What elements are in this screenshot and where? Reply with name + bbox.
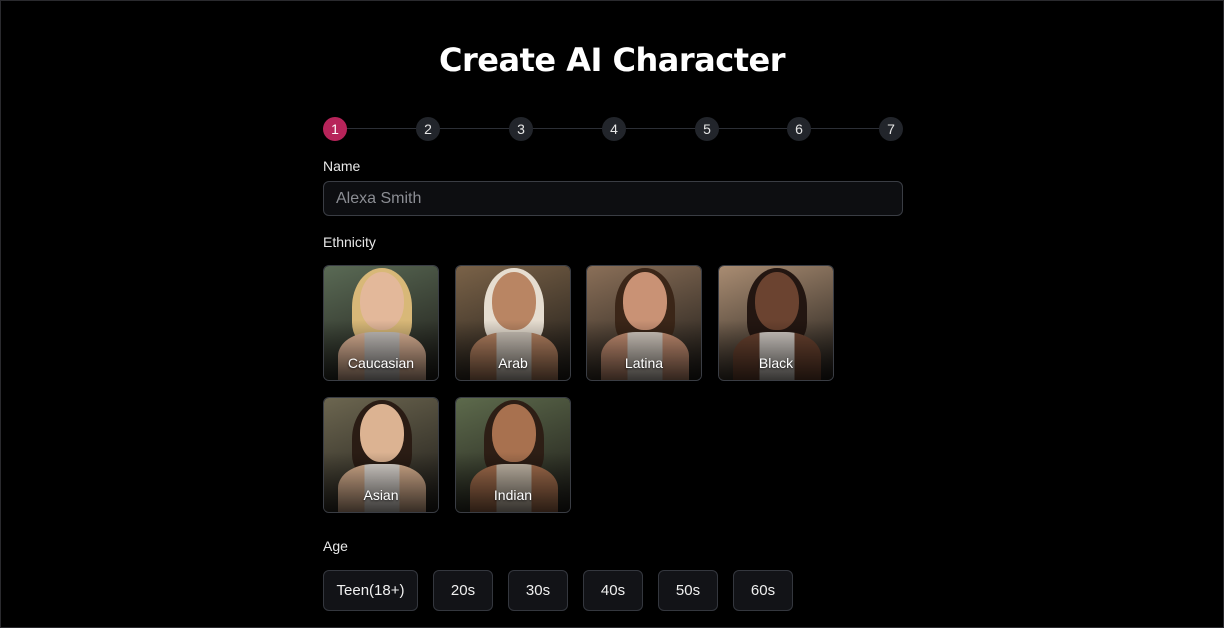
- ethnicity-label-latina: Latina: [624, 355, 664, 371]
- ethnicity-label: Ethnicity: [323, 234, 376, 250]
- age-label: Age: [323, 538, 348, 554]
- name-label: Name: [323, 158, 361, 174]
- step-3[interactable]: 3: [509, 117, 533, 141]
- step-2[interactable]: 2: [416, 117, 440, 141]
- stepper: 1 2 3 4 5 6 7: [323, 117, 903, 141]
- step-7[interactable]: 7: [879, 117, 903, 141]
- ethnicity-option-asian[interactable]: Asian: [323, 397, 439, 513]
- card-shade: [587, 320, 701, 380]
- age-option-teen[interactable]: Teen(18+): [323, 570, 418, 611]
- card-shade: [324, 452, 438, 512]
- ethnicity-label-indian: Indian: [493, 487, 533, 503]
- age-option-30s[interactable]: 30s: [508, 570, 568, 611]
- page-title: Create AI Character: [439, 41, 786, 79]
- age-option-20s[interactable]: 20s: [433, 570, 493, 611]
- age-option-40s[interactable]: 40s: [583, 570, 643, 611]
- step-5[interactable]: 5: [695, 117, 719, 141]
- create-character-page: Create AI Character 1 2 3 4 5 6 7 Name E…: [0, 0, 1224, 628]
- card-shade: [456, 452, 570, 512]
- ethnicity-label-asian: Asian: [363, 487, 399, 503]
- card-shade: [324, 320, 438, 380]
- ethnicity-option-indian[interactable]: Indian: [455, 397, 571, 513]
- name-input[interactable]: [323, 181, 903, 216]
- ethnicity-option-latina[interactable]: Latina: [586, 265, 702, 381]
- ethnicity-option-arab[interactable]: Arab: [455, 265, 571, 381]
- card-shade: [456, 320, 570, 380]
- ethnicity-label-caucasian: Caucasian: [347, 355, 415, 371]
- step-6[interactable]: 6: [787, 117, 811, 141]
- step-4[interactable]: 4: [602, 117, 626, 141]
- ethnicity-label-arab: Arab: [498, 355, 528, 371]
- card-shade: [719, 320, 833, 380]
- ethnicity-option-black[interactable]: Black: [718, 265, 834, 381]
- ethnicity-option-caucasian[interactable]: Caucasian: [323, 265, 439, 381]
- ethnicity-label-black: Black: [758, 355, 794, 371]
- step-1[interactable]: 1: [323, 117, 347, 141]
- age-option-60s[interactable]: 60s: [733, 570, 793, 611]
- age-option-50s[interactable]: 50s: [658, 570, 718, 611]
